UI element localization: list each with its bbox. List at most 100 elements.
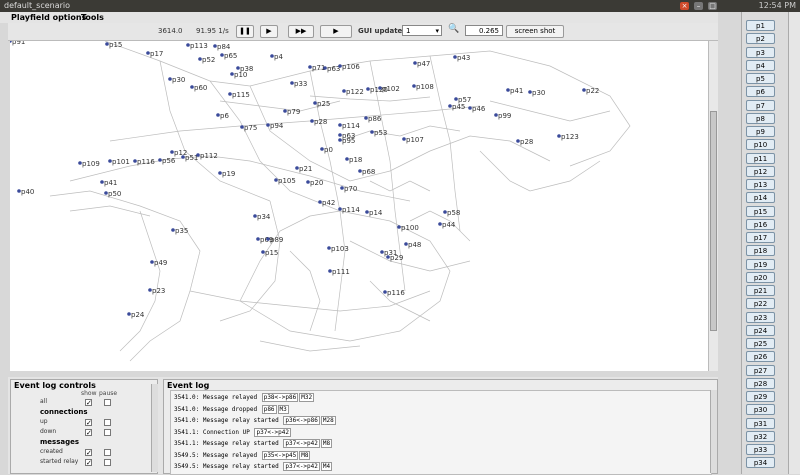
host-node[interactable]: p34 [253,213,271,221]
controls-scrollbar[interactable] [151,384,158,472]
host-node[interactable]: p111 [328,268,350,276]
host-node[interactable]: p23 [148,287,165,295]
host-node[interactable]: p35 [171,227,188,235]
host-button-p3[interactable]: p3 [746,46,775,58]
menu-playfield-options[interactable]: Playfield options [11,12,86,23]
host-node[interactable]: p45 [448,103,465,111]
host-node[interactable]: p44 [438,221,456,229]
pause-checkbox[interactable] [104,399,111,406]
host-node[interactable]: p10 [230,71,247,79]
host-panel-scrollbar[interactable] [788,12,800,474]
host-node[interactable]: p18 [345,156,362,164]
event-host-link[interactable]: p37<->p42 [283,439,320,448]
event-message-link[interactable]: M8 [320,439,333,448]
host-node[interactable]: p65 [220,52,237,60]
gui-update-select[interactable]: 1 ▾ [402,25,442,36]
host-button-p19[interactable]: p19 [746,258,775,270]
host-node[interactable]: p46 [468,105,486,113]
host-button-p4[interactable]: p4 [746,59,775,71]
host-button-p14[interactable]: p14 [746,192,775,204]
host-node[interactable]: p24 [127,311,145,319]
host-button-p13[interactable]: p13 [746,179,775,190]
host-button-p23[interactable]: p23 [746,311,775,323]
host-button-p11[interactable]: p11 [746,152,775,164]
host-node[interactable]: p105 [274,177,296,185]
host-button-p20[interactable]: p20 [746,271,775,283]
host-node[interactable]: p103 [327,245,349,253]
menu-tools[interactable]: Tools [81,12,104,23]
host-node[interactable]: p28 [516,138,533,146]
host-node[interactable]: p84 [213,43,231,51]
host-node[interactable]: p99 [494,112,511,120]
maximize-icon[interactable]: □ [708,2,717,10]
host-node[interactable]: p43 [453,54,470,62]
host-node[interactable]: p20 [306,179,323,187]
pause-checkbox[interactable] [104,429,111,436]
playfield-scrollbar[interactable] [708,41,718,371]
host-button-p15[interactable]: p15 [746,205,775,217]
host-button-p12[interactable]: p12 [746,165,775,177]
host-node[interactable]: p41 [100,179,117,187]
host-button-p27[interactable]: p27 [746,364,775,376]
host-node[interactable]: p95 [338,137,355,145]
host-node[interactable]: p109 [78,160,100,168]
host-node[interactable]: p70 [340,185,357,193]
host-node[interactable]: p42 [318,199,335,207]
host-button-p17[interactable]: p17 [746,232,775,243]
host-node[interactable]: p41 [506,87,523,95]
pause-button[interactable]: ❚❚ [236,25,254,38]
host-node[interactable]: p114 [338,122,360,130]
host-node[interactable]: p30 [528,89,545,97]
host-node[interactable]: p33 [290,80,307,88]
event-host-link[interactable]: p37<->p42 [254,427,291,437]
host-button-p28[interactable]: p28 [746,377,775,389]
host-node[interactable]: p107 [402,136,424,144]
host-node[interactable]: p115 [228,91,250,99]
host-node[interactable]: p112 [196,152,218,160]
scrollbar-thumb[interactable] [710,111,717,331]
host-node[interactable]: p52 [198,56,215,64]
host-node[interactable]: p113 [186,42,208,50]
event-message-link[interactable]: M8 [299,450,311,460]
host-node[interactable]: p122 [342,88,364,96]
screenshot-button[interactable]: screen shot [506,25,564,38]
host-button-p32[interactable]: p32 [746,430,775,442]
host-node[interactable]: p49 [150,259,167,267]
host-node[interactable]: p22 [582,87,599,95]
event-log-scrollbar[interactable] [710,390,717,473]
pause-checkbox[interactable] [104,459,111,466]
host-node[interactable]: p53 [370,129,387,137]
host-button-p6[interactable]: p6 [746,86,775,98]
host-node[interactable]: p108 [412,83,434,91]
host-node[interactable]: p58 [443,209,460,217]
host-node[interactable]: p116 [133,158,155,166]
host-button-p24[interactable]: p24 [746,324,775,336]
host-button-p34[interactable]: p34 [746,457,775,469]
host-node[interactable]: p0 [320,146,333,154]
pause-checkbox[interactable] [104,419,111,426]
host-node[interactable]: p123 [557,133,579,141]
host-node[interactable]: p56 [158,157,176,165]
minimize-icon[interactable]: – [694,2,703,10]
host-button-p1[interactable]: p1 [746,20,775,31]
event-host-link[interactable]: p86 [261,404,277,414]
host-button-p18[interactable]: p18 [746,245,775,257]
host-button-p29[interactable]: p29 [746,391,775,402]
event-host-link[interactable]: p35<->p45 [261,450,299,460]
map-canvas[interactable]: p15 p113 p84p17p52 p65p38p10p4p71 p63 p106 p47… [10,41,710,371]
host-button-p5[interactable]: p5 [746,73,775,84]
pause-checkbox[interactable] [104,449,111,456]
event-host-link[interactable]: p37<->p42 [283,462,320,471]
host-button-p22[interactable]: p22 [746,298,775,310]
host-node[interactable]: p28 [310,118,327,126]
host-node[interactable]: p47 [413,60,430,68]
step-button[interactable]: ▶ [260,25,278,38]
event-message-link[interactable]: M4 [320,462,333,471]
host-node[interactable]: p102 [378,85,400,93]
host-node[interactable]: p19 [218,170,235,178]
host-node[interactable]: p30 [168,76,185,84]
zoom-input[interactable]: 0.265 [465,25,503,36]
host-node[interactable]: p116 [383,289,405,297]
host-button-p25[interactable]: p25 [746,338,775,349]
show-checkbox[interactable]: ✓ [85,419,92,427]
